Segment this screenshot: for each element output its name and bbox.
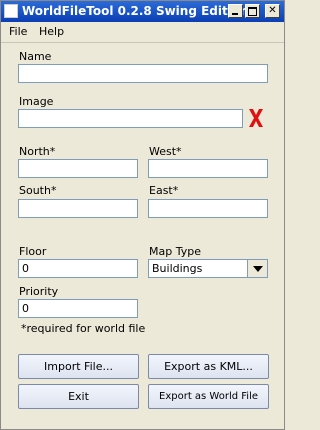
north-field[interactable] — [18, 159, 138, 178]
export-kml-label: Export as KML... — [164, 360, 253, 373]
priority-label: Priority — [19, 285, 59, 298]
south-field[interactable] — [18, 199, 138, 218]
map-type-dropdown[interactable]: Buildings — [148, 259, 268, 278]
north-label: North* — [19, 145, 56, 158]
import-file-button[interactable]: Import File... — [18, 354, 139, 379]
floor-label: Floor — [19, 245, 47, 258]
menu-bar: File Help — [1, 22, 284, 43]
menu-file[interactable]: File — [9, 25, 27, 38]
app-icon — [4, 4, 18, 18]
chevron-down-icon[interactable] — [247, 260, 267, 277]
image-label: Image — [19, 95, 54, 108]
required-note: *required for world file — [21, 322, 146, 335]
menu-help[interactable]: Help — [39, 25, 64, 38]
map-type-label: Map Type — [149, 245, 201, 258]
priority-field[interactable] — [18, 299, 138, 318]
export-world-file-label: Export as World File — [159, 391, 258, 402]
maximize-icon[interactable] — [245, 4, 260, 18]
exit-label: Exit — [68, 390, 89, 403]
minimize-icon[interactable] — [228, 4, 243, 18]
main-window: WorldFileTool 0.2.8 Swing Edition ✕ File… — [0, 0, 285, 430]
red-x-icon — [249, 109, 263, 127]
export-world-file-button[interactable]: Export as World File — [148, 384, 269, 409]
west-label: West* — [149, 145, 182, 158]
name-label: Name — [19, 50, 52, 63]
west-field[interactable] — [148, 159, 268, 178]
east-field[interactable] — [148, 199, 268, 218]
map-type-value: Buildings — [149, 260, 247, 277]
exit-button[interactable]: Exit — [18, 384, 139, 409]
south-label: South* — [19, 184, 57, 197]
close-icon[interactable]: ✕ — [265, 4, 280, 18]
window-title: WorldFileTool 0.2.8 Swing Edition — [22, 4, 249, 18]
title-bar[interactable]: WorldFileTool 0.2.8 Swing Edition ✕ — [1, 1, 284, 22]
east-label: East* — [149, 184, 179, 197]
floor-field[interactable] — [18, 259, 138, 278]
import-file-label: Import File... — [44, 360, 113, 373]
image-field[interactable] — [18, 109, 243, 128]
name-field[interactable] — [18, 64, 268, 83]
export-kml-button[interactable]: Export as KML... — [148, 354, 269, 379]
